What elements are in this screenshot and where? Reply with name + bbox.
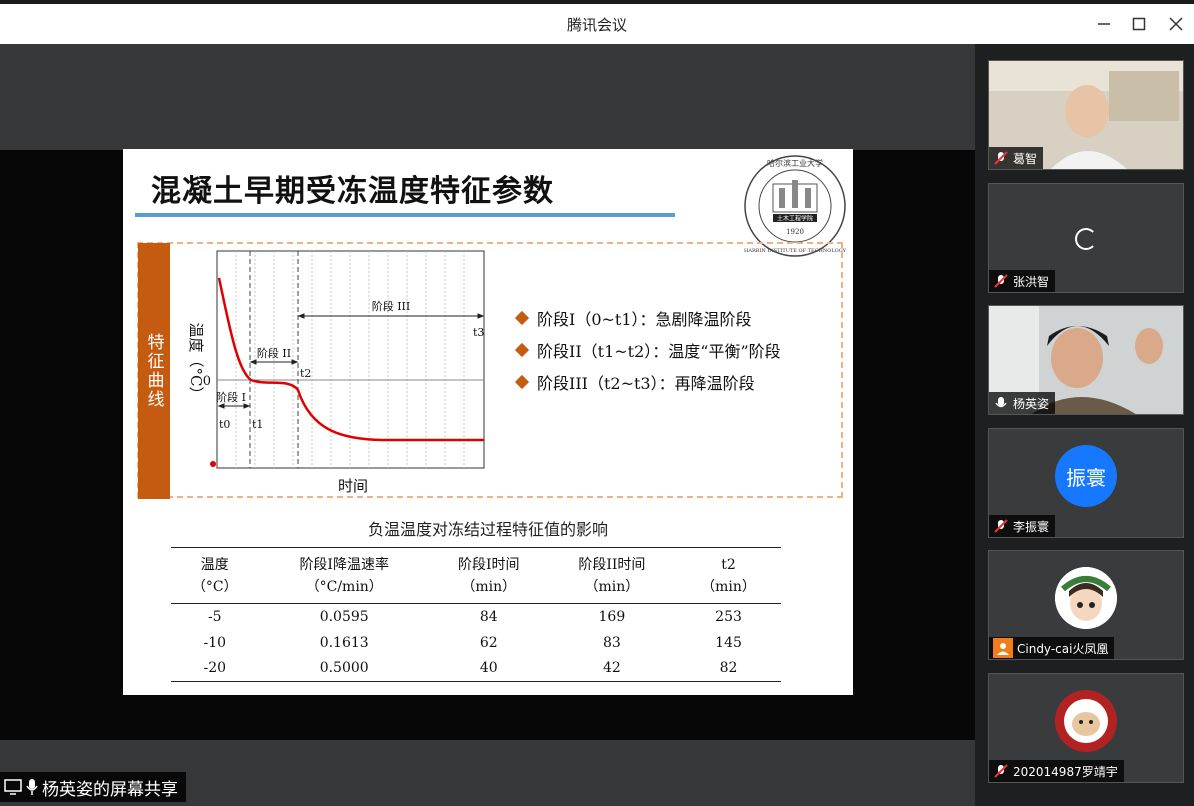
diamond-icon bbox=[514, 374, 530, 390]
avatar-initials: 振寰 bbox=[1066, 465, 1106, 490]
title-bar: 腾讯会议 bbox=[0, 0, 1194, 44]
bullet-phase1: 阶段I（0~t1）：急剧降温阶段 bbox=[514, 302, 781, 334]
top-strip bbox=[0, 0, 1194, 4]
mic-muted-icon bbox=[994, 274, 1008, 288]
university-seal-avatar bbox=[1055, 690, 1117, 752]
bullet-phase1-text: 阶段I（0~t1）：急剧降温阶段 bbox=[537, 310, 752, 329]
participant-name: 李振寰 bbox=[1013, 519, 1050, 534]
screen-share-icon bbox=[4, 779, 22, 795]
zero-tick-label: 0 bbox=[203, 374, 211, 389]
maximize-icon bbox=[1132, 17, 1146, 31]
phase3-label: 阶段 III bbox=[372, 299, 411, 313]
table-cell: 40 bbox=[479, 660, 498, 677]
bullet-phase3: 阶段III（t2~t3）：再降温阶段 bbox=[514, 366, 781, 398]
phase1-label: 阶段 I bbox=[216, 390, 246, 404]
table-cell: 0.5000 bbox=[319, 660, 369, 677]
initials-avatar: 振寰 bbox=[1055, 445, 1117, 507]
phase2-label: 阶段 II bbox=[257, 346, 291, 360]
participant-tile[interactable]: 202014987罗靖宇 bbox=[988, 673, 1184, 783]
close-icon bbox=[1169, 17, 1183, 31]
participant-name: Cindy-cai火凤凰 bbox=[1017, 641, 1109, 656]
table-cell: 0.1613 bbox=[319, 634, 369, 651]
table-cell: -10 bbox=[203, 634, 227, 651]
t2-label: t2 bbox=[300, 367, 311, 380]
table-cell: -5 bbox=[207, 608, 222, 625]
participant-tile[interactable]: Cindy-cai火凤凰 bbox=[988, 550, 1184, 660]
participant-name: 202014987罗靖宇 bbox=[1013, 764, 1118, 779]
title-underline bbox=[135, 213, 675, 217]
window-title: 腾讯会议 bbox=[566, 16, 627, 34]
participant-name-tag: 杨英姿 bbox=[989, 392, 1056, 414]
table-row: -20 0.5000 40 42 82 bbox=[171, 656, 781, 682]
presentation-slide: 混凝土早期受冻温度特征参数 哈尔滨工业大学 土木工程学院 1920 HARBIN… bbox=[123, 149, 853, 695]
diamond-icon bbox=[514, 310, 530, 326]
participant-name-tag: 葛智 bbox=[989, 147, 1044, 169]
table-cell: 84 bbox=[479, 608, 498, 625]
table-header: 阶段I降温速率 （°C/min） bbox=[299, 556, 389, 595]
microphone-icon bbox=[26, 779, 38, 795]
table-header: 温度 （°C） bbox=[191, 556, 238, 595]
table-cell: 82 bbox=[719, 660, 738, 677]
phase-bullets: 阶段I（0~t1）：急剧降温阶段 阶段II（t1~t2）：温度“平衡”阶段 阶段… bbox=[514, 302, 781, 398]
participant-name-tag: 李振寰 bbox=[989, 515, 1056, 537]
temperature-curve-chart: 温度（°C） 0 阶段 I 阶段 II 阶段 III t0 t1 t2 t3 时… bbox=[187, 250, 485, 495]
laser-pointer-dot bbox=[210, 461, 216, 467]
participant-tile[interactable]: 葛智 bbox=[988, 60, 1184, 170]
table-row: -5 0.0595 84 169 253 bbox=[171, 604, 781, 630]
bullet-phase2: 阶段II（t1~t2）：温度“平衡”阶段 bbox=[514, 334, 781, 366]
characteristic-curve-panel: 特征曲线 温度（°C） 0 阶段 I 阶段 II 阶段 III t0 t1 t2… bbox=[137, 242, 843, 499]
table-header-row: 温度 （°C） 阶段I降温速率 （°C/min） 阶段I时间 （min） 阶段II时间… bbox=[171, 547, 781, 604]
maximize-button[interactable] bbox=[1125, 10, 1153, 38]
logo-center-text: 土木工程学院 bbox=[777, 215, 813, 223]
participant-name-tag: Cindy-cai火凤凰 bbox=[989, 637, 1115, 659]
t3-label: t3 bbox=[473, 326, 484, 339]
close-button[interactable] bbox=[1162, 10, 1190, 38]
participant-name: 张洪智 bbox=[1013, 274, 1050, 289]
screen-share-label-text: 杨英姿的屏幕共享 bbox=[42, 779, 178, 800]
table-cell: 145 bbox=[715, 634, 742, 651]
table-header: t2 （min） bbox=[701, 556, 756, 595]
participant-name-tag: 202014987罗靖宇 bbox=[989, 760, 1124, 782]
panel-tag: 特征曲线 bbox=[138, 243, 170, 499]
participant-tile[interactable]: 张洪智 bbox=[988, 183, 1184, 293]
participant-tile[interactable]: 杨英姿 bbox=[988, 305, 1184, 415]
bullet-phase2-text: 阶段II（t1~t2）：温度“平衡”阶段 bbox=[537, 342, 781, 361]
mic-muted-icon bbox=[994, 764, 1008, 778]
minimize-icon bbox=[1098, 23, 1110, 25]
participant-name: 葛智 bbox=[1013, 151, 1038, 166]
table-cell: 0.0595 bbox=[319, 608, 369, 625]
cartoon-avatar bbox=[1055, 567, 1117, 629]
participant-name: 杨英姿 bbox=[1013, 396, 1050, 411]
chart-ylabel: 温度（°C） bbox=[187, 323, 205, 402]
t0-label: t0 bbox=[219, 418, 230, 431]
table-cell: 169 bbox=[598, 608, 626, 625]
mic-muted-icon bbox=[994, 151, 1008, 165]
logo-year: 1920 bbox=[786, 228, 804, 236]
logo-top-text: 哈尔滨工业大学 bbox=[767, 158, 823, 168]
table-cell: 62 bbox=[479, 634, 498, 651]
table-cell: 253 bbox=[715, 608, 742, 625]
table-caption: 负温温度对冻结过程特征值的影响 bbox=[367, 520, 608, 539]
participant-name-tag: 张洪智 bbox=[989, 270, 1056, 292]
loading-spinner-icon bbox=[1075, 228, 1097, 250]
table-header: 阶段I时间 （min） bbox=[458, 556, 520, 595]
freezing-parameters-table: 温度 （°C） 阶段I降温速率 （°C/min） 阶段I时间 （min） 阶段II时间… bbox=[171, 547, 781, 682]
participants-panel: 葛智 张洪智 杨英姿 振寰 李振寰 Cindy-cai火凤凰 202014987… bbox=[975, 44, 1194, 806]
table-cell: 42 bbox=[602, 660, 621, 677]
screen-share-label[interactable]: 杨英姿的屏幕共享 bbox=[0, 772, 186, 802]
table-header: 阶段II时间 （min） bbox=[578, 556, 646, 595]
table-row: -10 0.1613 62 83 145 bbox=[171, 630, 781, 656]
bullet-phase3-text: 阶段III（t2~t3）：再降温阶段 bbox=[537, 374, 755, 393]
user-icon bbox=[993, 638, 1013, 658]
table-cell: -20 bbox=[203, 660, 227, 677]
t1-label: t1 bbox=[252, 418, 263, 431]
chart-xlabel: 时间 bbox=[338, 477, 368, 495]
microphone-icon bbox=[995, 397, 1007, 408]
minimize-button[interactable] bbox=[1090, 10, 1118, 38]
slide-title: 混凝土早期受冻温度特征参数 bbox=[151, 174, 554, 209]
table-cell: 83 bbox=[602, 634, 621, 651]
participant-tile[interactable]: 振寰 李振寰 bbox=[988, 428, 1184, 538]
mic-muted-icon bbox=[994, 519, 1008, 533]
diamond-icon bbox=[514, 342, 530, 358]
